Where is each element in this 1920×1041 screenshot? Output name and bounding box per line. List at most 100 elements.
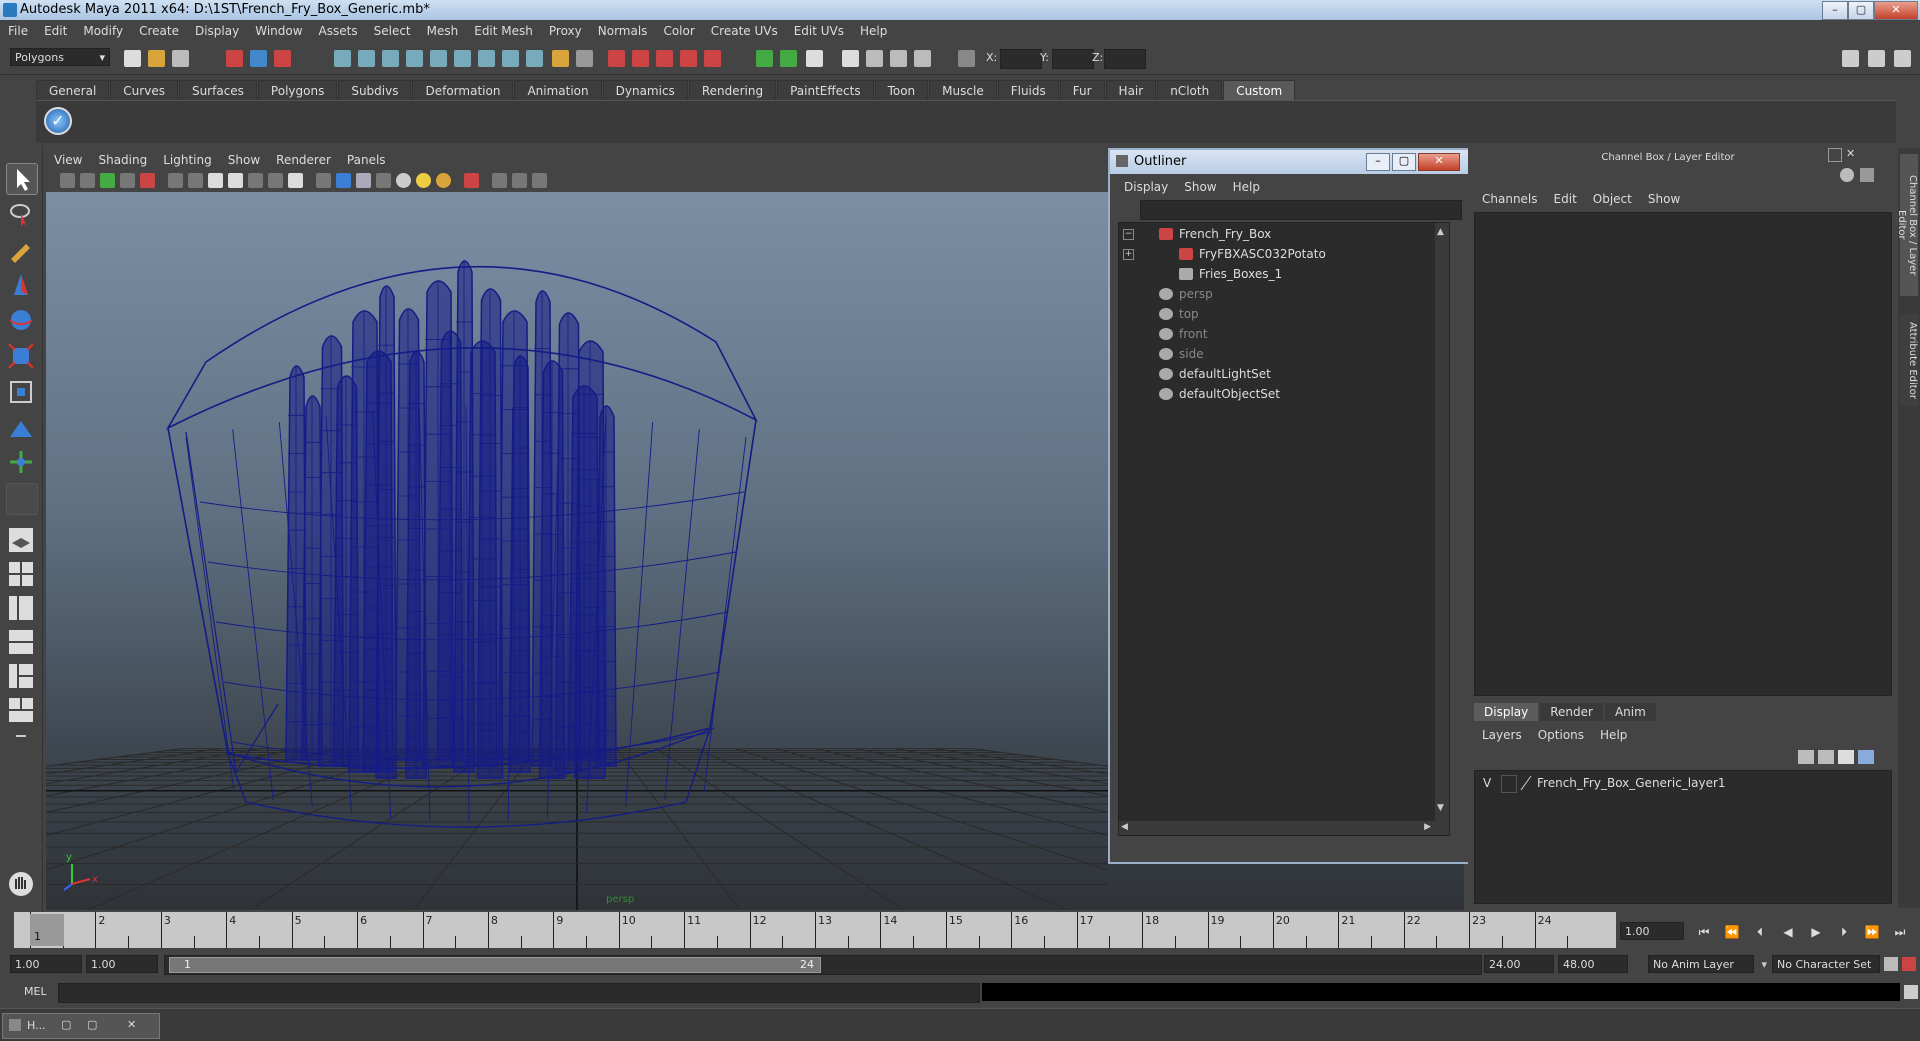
outliner-perspective-layout-icon[interactable]: [6, 593, 36, 623]
shelf-tab-fluids[interactable]: Fluids: [997, 80, 1059, 101]
safe-action-icon[interactable]: [268, 173, 283, 188]
menu-create[interactable]: Create: [131, 24, 187, 38]
channel-list[interactable]: [1474, 212, 1892, 696]
toolbox-options-icon[interactable]: [6, 729, 36, 743]
render-view-icon[interactable]: [842, 50, 859, 67]
layer-type-toggle[interactable]: [1501, 775, 1517, 793]
script-editor-icon[interactable]: [1904, 985, 1918, 999]
playback-start-field[interactable]: 1.00: [86, 955, 158, 973]
play-backwards-icon[interactable]: ◀: [1778, 924, 1798, 940]
mask-surfaces-icon[interactable]: [406, 50, 423, 67]
outliner-title-bar[interactable]: Outliner – ▢ ✕: [1110, 150, 1468, 174]
menu-mesh[interactable]: Mesh: [419, 24, 467, 38]
shelf-tab-animation[interactable]: Animation: [514, 80, 602, 101]
outliner-node[interactable]: side: [1159, 347, 1204, 361]
wireframe-icon[interactable]: [316, 173, 331, 188]
shelf-tab-ncloth[interactable]: nCloth: [1157, 80, 1223, 101]
render-settings-icon[interactable]: [914, 50, 931, 67]
maximize-icon[interactable]: ▢: [87, 1018, 97, 1031]
menu-normals[interactable]: Normals: [590, 24, 656, 38]
xray-icon[interactable]: [492, 173, 507, 188]
lights-default-icon[interactable]: [396, 173, 411, 188]
universal-manipulator-icon[interactable]: [6, 377, 36, 407]
open-scene-icon[interactable]: [148, 50, 165, 67]
layer-tab-anim[interactable]: Anim: [1604, 703, 1656, 721]
viewport-menu-show[interactable]: Show: [220, 153, 268, 167]
four-view-layout-icon[interactable]: [6, 559, 36, 589]
cb-menu-show[interactable]: Show: [1640, 192, 1688, 206]
save-scene-icon[interactable]: [172, 50, 189, 67]
outliner-node[interactable]: front: [1159, 327, 1208, 341]
menu-file[interactable]: File: [0, 24, 36, 38]
menu-color[interactable]: Color: [655, 24, 702, 38]
outliner-menu-display[interactable]: Display: [1116, 180, 1176, 194]
graph-layout-icon[interactable]: [6, 695, 36, 725]
show-manipulator-icon[interactable]: [6, 447, 36, 477]
anim-layer-selector[interactable]: No Anim Layer ▾: [1648, 955, 1767, 973]
y-field[interactable]: [1052, 49, 1094, 69]
pin-icon[interactable]: [1860, 168, 1874, 182]
viewport-menu-shading[interactable]: Shading: [90, 153, 155, 167]
wireframe-on-shaded-icon[interactable]: [356, 173, 371, 188]
x-field[interactable]: [1000, 49, 1042, 69]
menu-modify[interactable]: Modify: [75, 24, 131, 38]
close-panel-icon[interactable]: ✕: [1846, 148, 1858, 160]
shelf-tab-fur[interactable]: Fur: [1059, 80, 1105, 101]
menu-window[interactable]: Window: [247, 24, 310, 38]
animation-end-field[interactable]: 48.00: [1558, 955, 1628, 973]
create-empty-layer-icon[interactable]: [1798, 750, 1814, 764]
mask-deformations-icon[interactable]: [430, 50, 447, 67]
outliner-menu-show[interactable]: Show: [1176, 180, 1224, 194]
lights-all-icon[interactable]: [416, 173, 431, 188]
show-attribute-editor-icon[interactable]: [1842, 50, 1859, 67]
snap-view-plane-icon[interactable]: [680, 50, 697, 67]
select-camera-icon[interactable]: [60, 173, 75, 188]
xray-components-icon[interactable]: [532, 173, 547, 188]
float-panel-icon[interactable]: [1828, 148, 1842, 162]
isolate-select-icon[interactable]: [464, 173, 479, 188]
scroll-up-icon[interactable]: ▲: [1437, 227, 1444, 237]
range-slider-thumb[interactable]: 1 24: [169, 957, 821, 973]
lasso-tool-icon[interactable]: [6, 199, 36, 229]
safe-title-icon[interactable]: [288, 173, 303, 188]
menu-create-uvs[interactable]: Create UVs: [703, 24, 786, 38]
shelf-tab-dynamics[interactable]: Dynamics: [602, 80, 688, 101]
window-title-bar[interactable]: Autodesk Maya 2011 x64: D:\1ST\French_Fr…: [0, 0, 1920, 20]
make-live-icon[interactable]: [704, 50, 721, 67]
shelf-tab-toon[interactable]: Toon: [874, 80, 929, 101]
outliner-window[interactable]: Outliner – ▢ ✕ Display Show Help ▲ ▼ ◀ ▶…: [1108, 148, 1470, 864]
mask-misc-icon[interactable]: [502, 50, 519, 67]
resolution-gate-icon[interactable]: [208, 173, 223, 188]
outliner-node[interactable]: defaultObjectSet: [1159, 387, 1280, 401]
menu-help[interactable]: Help: [852, 24, 895, 38]
auto-key-icon[interactable]: [1884, 957, 1898, 971]
menu-edit-uvs[interactable]: Edit UVs: [786, 24, 852, 38]
step-forward-key-icon[interactable]: ⏵: [1834, 924, 1854, 940]
menu-set-selector[interactable]: Polygons ▾: [10, 48, 110, 66]
grease-pencil-icon[interactable]: [140, 173, 155, 188]
minimize-button[interactable]: –: [1822, 1, 1848, 20]
outliner-close-button[interactable]: ✕: [1418, 153, 1460, 171]
select-tool-icon[interactable]: [6, 163, 38, 195]
mask-handles-icon[interactable]: [334, 50, 351, 67]
maximize-button[interactable]: ▢: [1848, 1, 1874, 20]
outliner-maximize-button[interactable]: ▢: [1392, 153, 1416, 171]
outliner-minimize-button[interactable]: –: [1366, 153, 1390, 171]
outliner-node[interactable]: FryFBXASC032Potato: [1179, 247, 1326, 261]
layer-tab-display[interactable]: Display: [1474, 703, 1539, 721]
select-hierarchy-icon[interactable]: [226, 50, 243, 67]
outliner-node[interactable]: Fries_Boxes_1: [1179, 267, 1282, 281]
gate-mask-icon[interactable]: [228, 173, 243, 188]
transform-field-icon[interactable]: [958, 50, 975, 67]
camera-attributes-icon[interactable]: [80, 173, 95, 188]
shelf-tab-painteffects[interactable]: PaintEffects: [777, 80, 874, 101]
hotbox-hand-icon[interactable]: [6, 869, 36, 899]
command-input[interactable]: [58, 983, 980, 1003]
smooth-shade-icon[interactable]: [336, 173, 351, 188]
shelf-tab-polygons[interactable]: Polygons: [257, 80, 338, 101]
viewport-menu-panels[interactable]: Panels: [339, 153, 394, 167]
question-mark-icon[interactable]: [526, 50, 543, 67]
shelf-tab-subdivs[interactable]: Subdivs: [338, 80, 412, 101]
ipr-render-icon[interactable]: [890, 50, 907, 67]
select-object-icon[interactable]: [250, 50, 267, 67]
